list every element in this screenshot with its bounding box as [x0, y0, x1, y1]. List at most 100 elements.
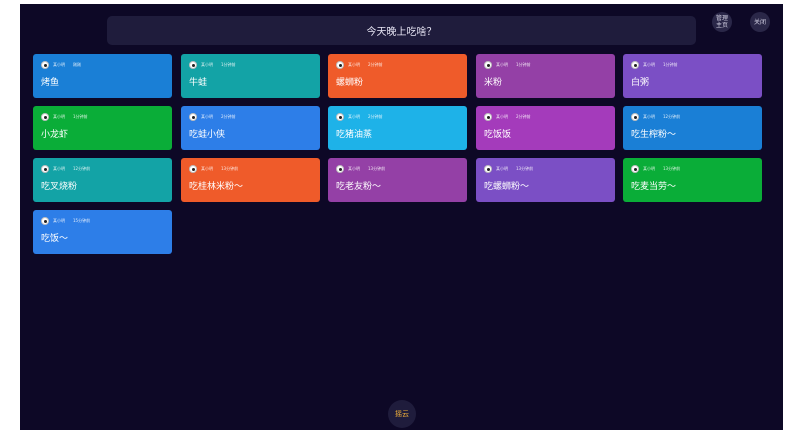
card-author: 某小明: [496, 61, 508, 67]
card-meta: 某小明 13分钟前: [484, 164, 607, 173]
card-time: 2分钟前: [516, 113, 531, 119]
avatar-icon: [41, 164, 49, 173]
avatar-icon: [189, 164, 197, 173]
avatar-icon: [484, 164, 492, 173]
page-title-bar: 今天晚上吃啥？: [107, 16, 696, 45]
card-title: 吃螺蛳粉～: [484, 182, 530, 192]
card-meta: 某小明 12分钟前: [41, 164, 164, 173]
avatar-icon: [336, 60, 344, 69]
card-meta: 某小明 1分钟前: [189, 60, 312, 69]
card-time: 12分钟前: [73, 165, 91, 171]
close-button[interactable]: 关闭: [750, 12, 770, 32]
card-time: 刚刚: [73, 61, 81, 67]
card-title: 吃猪油蒸: [336, 130, 373, 140]
avatar-icon: [484, 60, 492, 69]
card-time: 1分钟前: [221, 61, 236, 67]
avatar-icon: [631, 112, 639, 121]
card-author: 某小明: [201, 165, 213, 171]
card-time: 2分钟前: [368, 61, 383, 67]
card-author: 某小明: [643, 165, 655, 171]
card-time: 12分钟前: [663, 113, 681, 119]
card-meta: 某小明 2分钟前: [189, 112, 312, 121]
card-time: 15分钟前: [73, 217, 91, 223]
card-title: 米粉: [484, 78, 503, 88]
card-meta: 某小明 2分钟前: [484, 112, 607, 121]
card-title: 小龙虾: [41, 130, 69, 140]
card-author: 某小明: [348, 113, 360, 119]
card-meta: 某小明 1分钟前: [631, 60, 754, 69]
card-title: 吃蛙小侠: [189, 130, 226, 140]
shake-button[interactable]: 摇云: [388, 400, 416, 428]
avatar-icon: [41, 112, 49, 121]
food-card[interactable]: 某小明 1分钟前白粥: [623, 54, 762, 98]
card-author: 某小明: [496, 113, 508, 119]
card-meta: 某小明 15分钟前: [41, 216, 164, 225]
card-meta: 某小明 1分钟前: [41, 112, 164, 121]
avatar-icon: [484, 112, 492, 121]
card-title: 吃桂林米粉～: [189, 182, 244, 192]
food-card[interactable]: 某小明 13分钟前 吃螺蛳粉～: [476, 158, 615, 202]
card-meta: 某小明 2分钟前: [336, 60, 459, 69]
food-card[interactable]: 某小明 2分钟前吃猪油蒸: [328, 106, 467, 150]
card-title: 吃老友粉～: [336, 182, 382, 192]
card-title: 烤鱼: [41, 78, 60, 88]
card-title: 螺蛳粉: [336, 78, 364, 88]
card-meta: 某小明 13分钟前: [189, 164, 312, 173]
card-meta: 某小明 12分钟前: [631, 112, 754, 121]
card-author: 某小明: [53, 217, 65, 223]
food-card[interactable]: 某小明 13分钟前吃麦当劳～: [623, 158, 762, 202]
food-card[interactable]: 某小明 1分钟前米粉: [476, 54, 615, 98]
card-title: 吃饭～: [41, 234, 69, 244]
manage-home-button[interactable]: 管理 主页: [712, 12, 732, 32]
food-card[interactable]: 某小明 12分钟前吃叉烧粉: [33, 158, 172, 202]
avatar-icon: [336, 112, 344, 121]
card-title: 吃麦当劳～: [631, 182, 677, 192]
food-card[interactable]: 某小明 1分钟前牛蛙: [181, 54, 320, 98]
food-card[interactable]: 某小明 2分钟前螺蛳粉: [328, 54, 467, 98]
food-card[interactable]: 某小明 2分钟前吃蛙小侠: [181, 106, 320, 150]
card-author: 某小明: [348, 165, 360, 171]
card-time: 1分钟前: [663, 61, 678, 67]
card-meta: 某小明 刚刚: [41, 60, 164, 69]
avatar-icon: [631, 164, 639, 173]
food-card[interactable]: 某小明 12分钟前吃生榨粉～: [623, 106, 762, 150]
card-title: 白粥: [631, 78, 650, 88]
card-time: 2分钟前: [221, 113, 236, 119]
food-card[interactable]: 某小明 1分钟前小龙虾: [33, 106, 172, 150]
card-author: 某小明: [53, 165, 65, 171]
card-meta: 某小明 2分钟前: [336, 112, 459, 121]
card-time: 13分钟前: [663, 165, 681, 171]
avatar-icon: [631, 60, 639, 69]
card-title: 吃饭饭: [484, 130, 512, 140]
food-card[interactable]: 某小明 13分钟前吃桂林米粉～: [181, 158, 320, 202]
card-author: 某小明: [201, 61, 213, 67]
avatar-icon: [336, 164, 344, 173]
avatar-icon: [189, 112, 197, 121]
card-time: 2分钟前: [368, 113, 383, 119]
avatar-icon: [189, 60, 197, 69]
card-time: 13分钟前: [368, 165, 386, 171]
food-card[interactable]: 某小明 2分钟前吃饭饭: [476, 106, 615, 150]
food-card[interactable]: 某小明 刚刚烤鱼: [33, 54, 172, 98]
card-author: 某小明: [53, 61, 65, 67]
food-card[interactable]: 某小明 15分钟前吃饭～: [33, 210, 172, 254]
card-meta: 某小明 1分钟前: [484, 60, 607, 69]
card-author: 某小明: [53, 113, 65, 119]
card-author: 某小明: [201, 113, 213, 119]
card-time: 1分钟前: [73, 113, 88, 119]
page-title: 今天晚上吃啥？: [366, 27, 437, 38]
card-author: 某小明: [643, 113, 655, 119]
card-title: 吃叉烧粉: [41, 182, 78, 192]
card-time: 13分钟前: [516, 165, 534, 171]
card-title: 牛蛙: [189, 78, 208, 88]
card-meta: 某小明 13分钟前: [336, 164, 459, 173]
card-time: 1分钟前: [516, 61, 531, 67]
card-time: 13分钟前: [221, 165, 239, 171]
card-author: 某小明: [643, 61, 655, 67]
card-title: 吃生榨粉～: [631, 130, 677, 140]
card-author: 某小明: [348, 61, 360, 67]
food-card[interactable]: 某小明 13分钟前吃老友粉～: [328, 158, 467, 202]
avatar-icon: [41, 60, 49, 69]
app-screen: 今天晚上吃啥？ 管理 主页 关闭 某小明 刚刚 烤鱼 某小明 1分钟前 牛蛙 某小明 2分钟前…: [20, 4, 783, 430]
card-meta: 某小明 13分钟前: [631, 164, 754, 173]
